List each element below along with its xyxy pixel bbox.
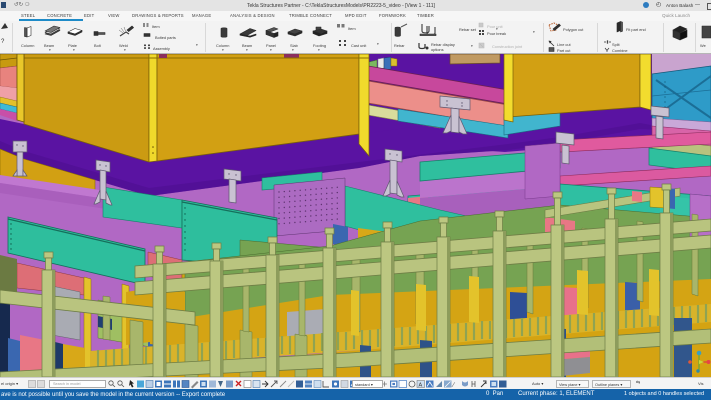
svg-text:A: A <box>419 383 423 389</box>
svg-text:?: ? <box>1 39 5 45</box>
svg-text:∕: ∕ <box>451 382 456 389</box>
